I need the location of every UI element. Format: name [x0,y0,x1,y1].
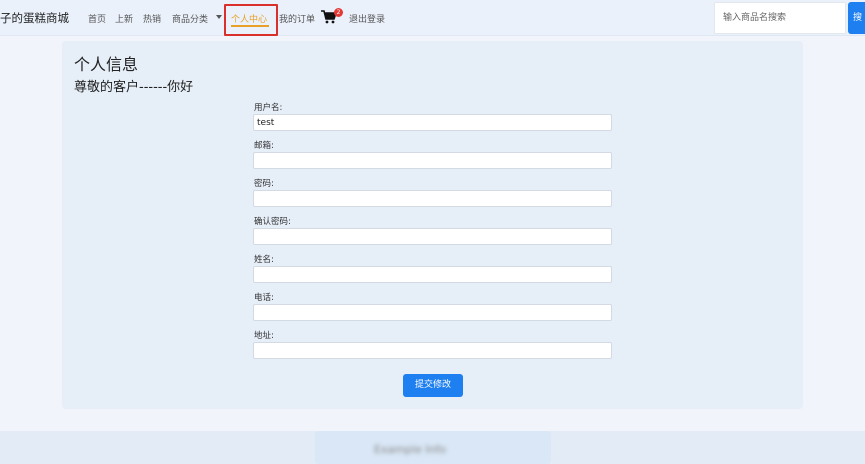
search-button[interactable]: 搜 [848,2,865,34]
greeting-text: 尊敬的客户------你好 [74,80,194,95]
email-label: 邮箱: [254,141,274,151]
nav-new-arrivals[interactable]: 上新 [115,12,133,25]
address-field[interactable] [253,342,612,359]
password-field[interactable] [253,190,612,207]
nav-personal-center[interactable]: 个人中心 [231,12,267,25]
nav-home[interactable]: 首页 [88,12,106,25]
active-nav-underline [231,25,269,27]
footer-text: Example Info [374,443,447,456]
confirm-password-label: 确认密码: [254,217,291,227]
name-label: 姓名: [254,255,274,265]
username-field[interactable] [253,114,612,131]
phone-label: 电话: [254,293,274,303]
brand-title[interactable]: 子的蛋糕商城 [0,10,69,26]
address-label: 地址: [254,331,274,341]
search-input[interactable] [714,2,846,34]
name-field[interactable] [253,266,612,283]
phone-field[interactable] [253,304,612,321]
email-field[interactable] [253,152,612,169]
nav-hot-sales[interactable]: 热销 [143,12,161,25]
nav-categories[interactable]: 商品分类 [172,12,208,25]
nav-my-orders[interactable]: 我的订单 [279,12,315,25]
nav-logout[interactable]: 退出登录 [349,12,385,25]
chevron-down-icon[interactable] [216,15,222,19]
cart-count-badge: 2 [334,8,343,17]
page-title: 个人信息 [74,55,139,74]
submit-changes-button[interactable]: 提交修改 [403,374,463,397]
password-label: 密码: [254,179,274,189]
confirm-password-field[interactable] [253,228,612,245]
username-label: 用户名: [254,103,283,113]
